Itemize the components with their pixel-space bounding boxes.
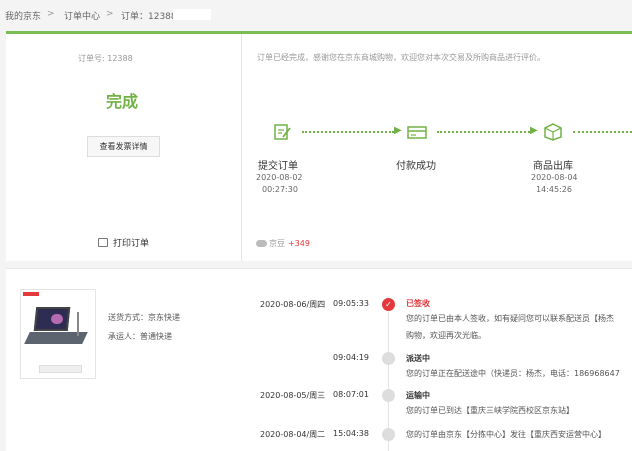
breadcrumb-home-link[interactable]: 我的京东 — [5, 9, 41, 22]
breadcrumb-current-order: 订单：12388 — [121, 12, 177, 22]
progress-connector — [573, 131, 632, 133]
tracking-detail: 您的订单由京东【分拣中心】发往【重庆西安运营中心】 — [406, 430, 606, 439]
timeline-dot — [382, 428, 395, 441]
image-caption-strip — [39, 365, 82, 373]
step-time: 14:45:26 — [536, 185, 572, 194]
redaction-mask — [173, 9, 211, 20]
progress-arrow-icon: ▶ — [530, 125, 538, 136]
product-image[interactable] — [20, 289, 96, 379]
step-time: 00:27:30 — [262, 185, 298, 194]
carrier: 承运人：普通快递 — [108, 332, 172, 341]
printer-icon — [98, 238, 108, 247]
edit-document-icon — [274, 124, 291, 140]
progress-arrow-icon: ▶ — [394, 125, 402, 136]
progress-connector — [302, 131, 394, 133]
tracking-date: 2020-08-06/周四 — [260, 300, 326, 309]
tracking-time: 09:05:33 — [333, 299, 369, 308]
step-label: 付款成功 — [396, 161, 436, 172]
breadcrumb-order-center-link[interactable]: 订单中心 — [64, 9, 100, 22]
payment-card-icon — [407, 126, 427, 139]
package-icon — [544, 123, 562, 141]
bean-label: 京豆 — [269, 239, 285, 248]
timeline-dot — [382, 389, 395, 402]
tracking-time: 15:04:38 — [333, 429, 369, 438]
tracking-time: 09:04:19 — [333, 353, 369, 362]
tracking-date: 2020-08-04/周二 — [260, 430, 326, 439]
step-label: 提交订单 — [258, 161, 298, 172]
tracking-detail: 您的订单已由本人签收，如有疑问您可以联系配送员【杨杰 — [406, 314, 614, 323]
cloud-icon — [256, 240, 267, 247]
delivery-method: 送货方式：京东快递 — [108, 313, 180, 322]
step-date: 2020-08-02 — [256, 173, 303, 182]
breadcrumb-separator: > — [106, 9, 114, 19]
view-invoice-button[interactable]: 查看发票详情 — [87, 136, 160, 157]
tracking-status: 运输中 — [406, 391, 430, 400]
order-summary-panel: 订单号: 12388 完成 查看发票详情 打印订单 订单已经完成，感谢您在京东商… — [6, 31, 632, 261]
order-number: 订单号: 12388 — [78, 54, 133, 63]
shipment-panel: 送货方式：京东快递 承运人：普通快递 2020-08-06/周四 09:05:3… — [6, 268, 632, 451]
order-status: 完成 — [106, 92, 139, 111]
stylus-pen — [77, 312, 79, 336]
screen-wallpaper — [51, 314, 63, 324]
bean-value: +349 — [288, 239, 310, 248]
progress-connector — [437, 131, 530, 133]
tracking-status: 派送中 — [406, 354, 430, 363]
breadcrumb: 我的京东 > 订单中心 > 订单：12388 — [0, 0, 632, 31]
tracking-detail: 您的订单已到达【重庆三峡学院西校区京东站】 — [406, 406, 574, 415]
print-order-label: 打印订单 — [113, 239, 150, 249]
tracking-time: 08:07:01 — [333, 390, 369, 399]
tracking-detail: 购物，欢迎再次光临。 — [406, 331, 486, 340]
panel-divider — [241, 34, 242, 261]
completion-notice: 订单已经完成，感谢您在京东商城购物，欢迎您对本次交易及所购商品进行评价。 — [257, 53, 545, 62]
step-label: 商品出库 — [533, 161, 573, 172]
step-date: 2020-08-04 — [531, 173, 578, 182]
check-icon: ✓ — [382, 298, 395, 311]
print-order-link[interactable]: 打印订单 — [98, 236, 149, 249]
breadcrumb-separator: > — [47, 9, 55, 19]
jd-bean-reward: 京豆 +349 — [256, 238, 310, 249]
timeline-dot — [382, 352, 395, 365]
tracking-status: 已签收 — [406, 299, 430, 308]
tracking-detail: 您的订单正在配送途中（快递员：杨杰，电话：186968647 — [406, 369, 620, 378]
tracking-date: 2020-08-05/周三 — [260, 391, 326, 400]
brand-tag — [23, 292, 39, 296]
